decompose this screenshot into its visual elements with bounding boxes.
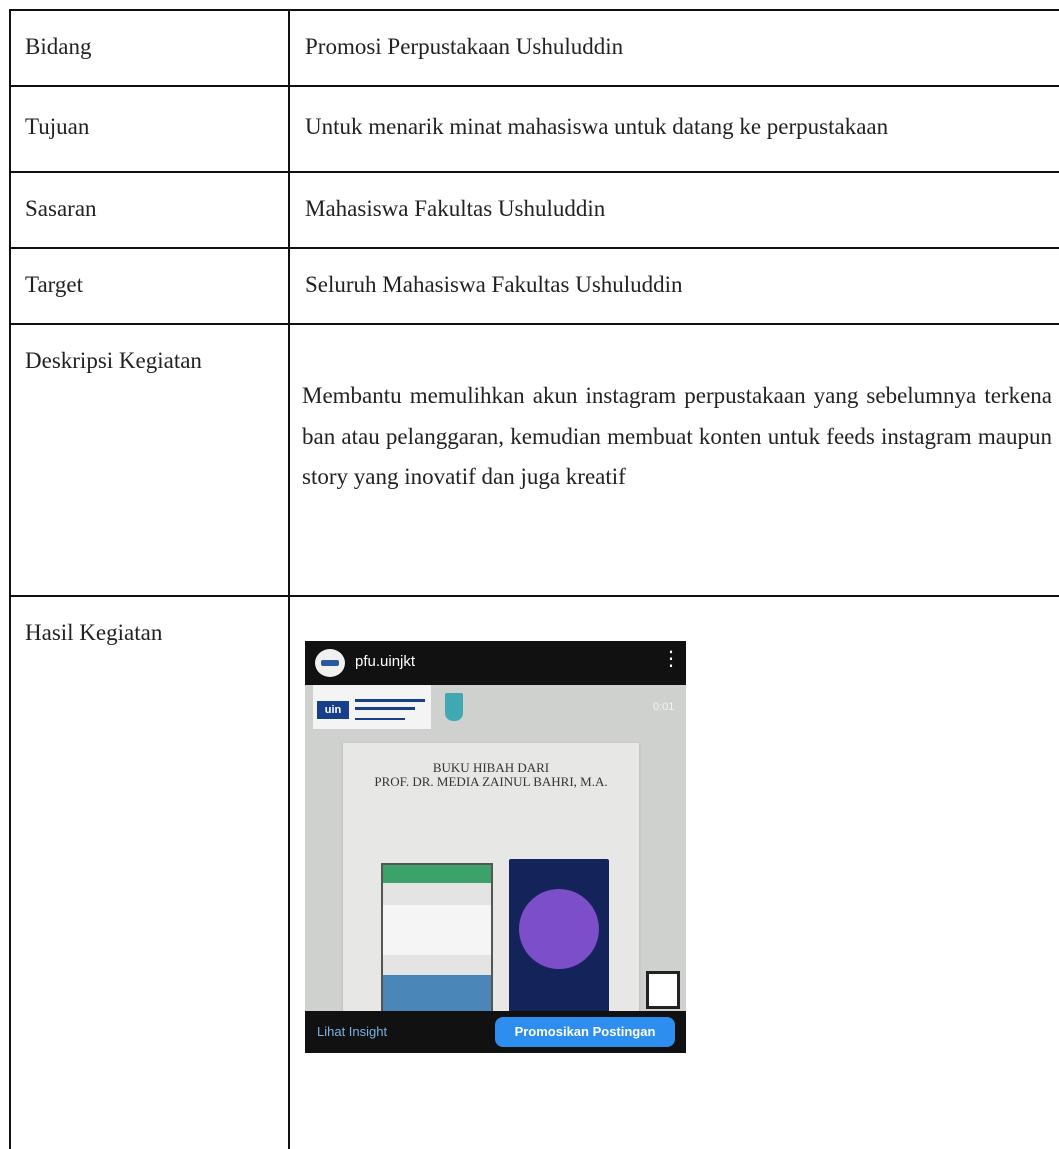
- row-value-target: Seluruh Mahasiswa Fakultas Ushuluddin: [305, 272, 683, 297]
- table-rule: [9, 85, 1059, 87]
- post-footer: Lihat Insight Promosikan Postingan: [305, 1011, 686, 1053]
- book-cover-detail: [383, 905, 491, 955]
- table-rule: [9, 9, 11, 1149]
- post-header: pfu.uinjkt ⋮: [305, 641, 686, 685]
- table-rule: [9, 323, 1059, 325]
- u-logo-icon: [445, 693, 463, 721]
- logo-decoration: [355, 718, 405, 720]
- more-options-icon: ⋮: [661, 648, 681, 670]
- instagram-post-screenshot: pfu.uinjkt ⋮ uin 0:01 BUKU HIBAH DARI PR…: [305, 641, 686, 1053]
- table-rule: [9, 171, 1059, 173]
- library-logo: uin: [313, 685, 431, 729]
- row-value-tujuan: Untuk menarik minat mahasiswa untuk data…: [305, 114, 889, 139]
- post-username: pfu.uinjkt: [355, 653, 416, 670]
- profile-avatar: [315, 649, 345, 677]
- table-rule: [288, 9, 290, 1149]
- table-rule: [9, 595, 1059, 597]
- logo-decoration: [355, 699, 425, 702]
- row-label-bidang: Bidang: [25, 34, 92, 59]
- post-card-title: BUKU HIBAH DARI PROF. DR. MEDIA ZAINUL B…: [374, 760, 608, 789]
- row-value-bidang: Promosi Perpustakaan Ushuluddin: [305, 34, 624, 59]
- promote-post-button[interactable]: Promosikan Postingan: [495, 1017, 675, 1047]
- row-label-target: Target: [25, 272, 83, 297]
- row-label-tujuan: Tujuan: [25, 114, 90, 139]
- row-label-sasaran: Sasaran: [25, 196, 97, 221]
- logo-decoration: [355, 707, 415, 710]
- video-timestamp: 0:01: [653, 701, 675, 713]
- post-image-card: BUKU HIBAH DARI PROF. DR. MEDIA ZAINUL B…: [343, 743, 639, 1039]
- table-rule: [9, 9, 1059, 11]
- row-label-deskripsi: Deskripsi Kegiatan: [25, 348, 202, 373]
- book-cover-detail: [519, 889, 599, 969]
- table-rule: [9, 247, 1059, 249]
- qr-code-icon: [646, 971, 680, 1009]
- row-label-hasil: Hasil Kegiatan: [25, 620, 163, 645]
- row-value-deskripsi: Membantu memulihkan akun instagram perpu…: [302, 383, 1052, 489]
- book-cover-detail: [383, 865, 491, 883]
- view-insights-link[interactable]: Lihat Insight: [317, 1024, 387, 1039]
- uin-logo-text: uin: [317, 701, 349, 719]
- row-value-sasaran: Mahasiswa Fakultas Ushuluddin: [305, 196, 606, 221]
